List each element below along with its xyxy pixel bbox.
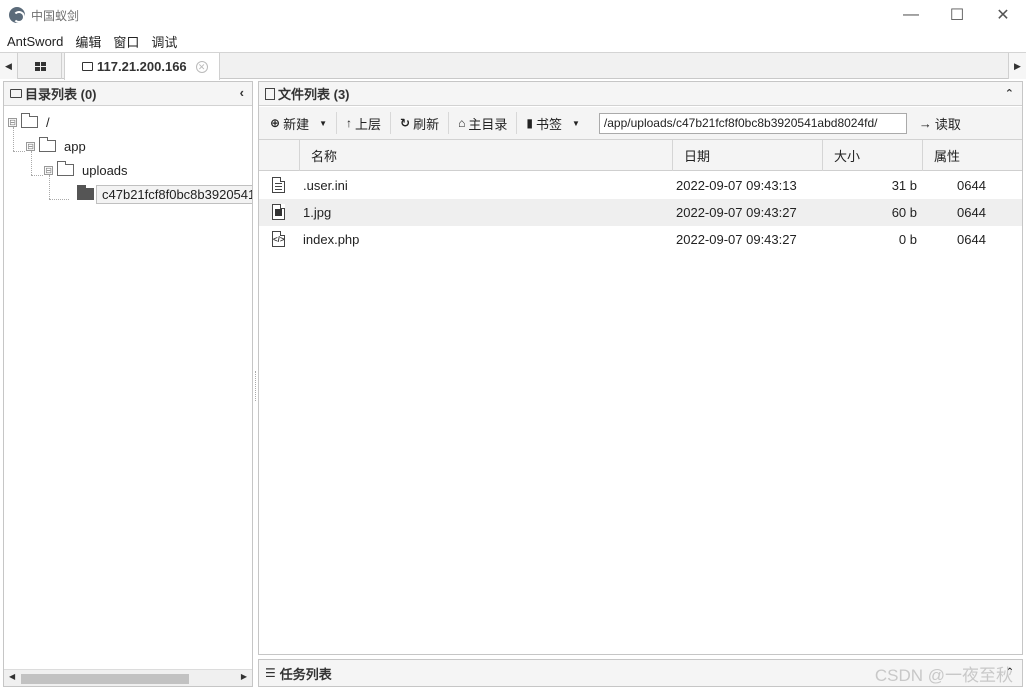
tree-node-label: / — [46, 114, 50, 130]
tree-node-hash-folder[interactable]: c47b21fcf8f0bc8b3920541abd8024fd — [77, 184, 252, 204]
file-size: 60 b — [891, 205, 917, 220]
folder-icon — [10, 89, 22, 98]
menu-antsword[interactable]: AntSword — [7, 34, 63, 49]
folder-icon — [39, 137, 56, 152]
file-panel: 文件列表 (3) ⌃ ⊕ 新建 ▼ ↑ 上层 ↻ 刷新 ⌂ 主目录 ▮ 书签 ▼… — [258, 81, 1023, 655]
file-date: 2022-09-07 09:43:27 — [676, 232, 797, 247]
tab-label: 117.21.200.166 — [97, 59, 187, 74]
watermark: CSDN @一夜至秋 — [874, 666, 1013, 685]
tree-toggle-icon[interactable]: ⊟ — [8, 117, 17, 127]
directory-panel-header: 目录列表 (0) ‹ — [4, 82, 252, 106]
column-header-date[interactable]: 日期 — [672, 140, 822, 171]
chevron-down-icon: ▼ — [571, 118, 580, 128]
menu-debug[interactable]: 调试 — [151, 32, 177, 51]
bookmark-icon: ▮ — [526, 116, 533, 130]
arrow-right-icon: → — [918, 115, 932, 131]
file-date: 2022-09-07 09:43:13 — [676, 178, 797, 193]
tree-node-app[interactable]: ⊟ app — [26, 136, 86, 156]
close-button[interactable]: ✕ — [980, 0, 1026, 30]
table-row[interactable]: 1.jpg 2022-09-07 09:43:27 60 b 0644 — [259, 199, 1022, 226]
refresh-icon: ↻ — [400, 116, 411, 130]
tree-node-label: app — [64, 138, 86, 154]
window-title: 中国蚁剑 — [31, 8, 80, 23]
file-panel-header: 文件列表 (3) ⌃ — [259, 82, 1022, 106]
collapse-left-icon[interactable]: ‹ — [240, 85, 244, 100]
tree-node-root[interactable]: ⊟ / — [8, 112, 50, 132]
tab-close-icon[interactable]: ✕ — [195, 60, 208, 73]
task-panel-title: 任务列表 — [279, 666, 332, 682]
file-toolbar: ⊕ 新建 ▼ ↑ 上层 ↻ 刷新 ⌂ 主目录 ▮ 书签 ▼ → 读取 — [259, 107, 1022, 140]
list-icon: ☰ — [265, 666, 276, 680]
column-header-name[interactable]: 名称 — [299, 140, 672, 171]
file-size: 0 b — [898, 232, 917, 247]
file-size: 31 b — [891, 178, 917, 193]
file-panel-title: 文件列表 (3) — [278, 87, 350, 102]
home-label: 主目录 — [468, 116, 508, 132]
tree-toggle-icon[interactable]: ⊟ — [26, 141, 35, 151]
tab-shell-session[interactable]: 117.21.200.166 ✕ — [64, 53, 220, 80]
new-label: 新建 — [283, 116, 310, 132]
minimize-button[interactable]: — — [888, 0, 934, 30]
home-icon: ⌂ — [458, 116, 466, 130]
scrollbar-thumb[interactable] — [21, 674, 189, 684]
refresh-button[interactable]: ↻ 刷新 — [391, 112, 450, 134]
read-button[interactable]: → 读取 — [919, 114, 961, 133]
file-permission: 0644 — [957, 232, 986, 247]
table-row[interactable]: .user.ini 2022-09-07 09:43:13 31 b 0644 — [259, 172, 1022, 199]
file-permission: 0644 — [957, 205, 986, 220]
tree-node-uploads[interactable]: ⊟ uploads — [44, 160, 128, 180]
maximize-button[interactable]: ☐ — [934, 0, 980, 30]
bookmark-button[interactable]: ▮ 书签 ▼ — [517, 112, 589, 134]
refresh-label: 刷新 — [413, 116, 440, 132]
directory-tree: ⊟ / ⊟ app ⊟ uploads c47b21fcf8f0bc8b3920… — [4, 106, 252, 666]
tree-node-label: uploads — [82, 162, 128, 178]
antsword-logo-icon — [9, 7, 25, 23]
tab-home[interactable] — [20, 53, 62, 79]
tab-bar: ◀ 117.21.200.166 ✕ ▶ — [0, 52, 1026, 80]
table-row[interactable]: </> index.php 2022-09-07 09:43:27 0 b 06… — [259, 226, 1022, 253]
title-bar: 中国蚁剑 — ☐ ✕ — [0, 0, 1026, 30]
path-input[interactable] — [598, 112, 907, 134]
column-header-size[interactable]: 大小 — [822, 140, 922, 171]
arrow-up-icon: ↑ — [346, 116, 352, 130]
file-table-header: 名称 日期 大小 属性 — [259, 140, 1022, 171]
file-name: .user.ini — [303, 178, 348, 193]
menu-bar: AntSword 编辑 窗口 调试 — [0, 30, 1026, 52]
folder-open-icon — [77, 185, 94, 200]
grid-icon — [34, 61, 47, 71]
collapse-up-icon[interactable]: ⌃ — [1005, 87, 1014, 100]
scroll-left-icon[interactable]: ◀ — [9, 672, 15, 681]
folder-icon — [82, 62, 93, 71]
plus-circle-icon: ⊕ — [270, 116, 281, 130]
code-file-icon: </> — [272, 231, 285, 247]
file-permission: 0644 — [957, 178, 986, 193]
file-icon — [265, 87, 275, 100]
file-name: index.php — [303, 232, 360, 247]
tree-node-label: c47b21fcf8f0bc8b3920541abd8024fd — [96, 184, 252, 204]
home-directory-button[interactable]: ⌂ 主目录 — [449, 112, 518, 134]
tab-scroll-left-button[interactable]: ◀ — [0, 53, 18, 79]
directory-panel-title: 目录列表 (0) — [25, 87, 97, 102]
horizontal-scrollbar[interactable]: ◀ ▶ — [4, 669, 252, 686]
menu-window[interactable]: 窗口 — [113, 32, 139, 51]
bookmark-label: 书签 — [535, 116, 562, 132]
new-button[interactable]: ⊕ 新建 ▼ — [259, 112, 337, 134]
up-label: 上层 — [355, 116, 382, 132]
file-name: 1.jpg — [303, 205, 332, 220]
menu-edit[interactable]: 编辑 — [75, 32, 101, 51]
scroll-right-icon[interactable]: ▶ — [241, 672, 247, 681]
tab-scroll-right-button[interactable]: ▶ — [1008, 53, 1026, 79]
text-file-icon — [272, 177, 285, 193]
folder-icon — [57, 161, 74, 176]
up-level-button[interactable]: ↑ 上层 — [337, 112, 392, 134]
image-file-icon — [272, 204, 285, 220]
read-label: 读取 — [934, 116, 961, 132]
tree-toggle-icon[interactable]: ⊟ — [44, 165, 53, 175]
directory-panel: 目录列表 (0) ‹ ⊟ / ⊟ app ⊟ uploads c47b21fcf… — [3, 81, 253, 687]
chevron-down-icon: ▼ — [319, 118, 327, 128]
window-controls: — ☐ ✕ — [888, 0, 1026, 30]
file-date: 2022-09-07 09:43:27 — [676, 205, 797, 220]
folder-icon — [21, 113, 38, 128]
column-header-perm[interactable]: 属性 — [922, 140, 1022, 171]
